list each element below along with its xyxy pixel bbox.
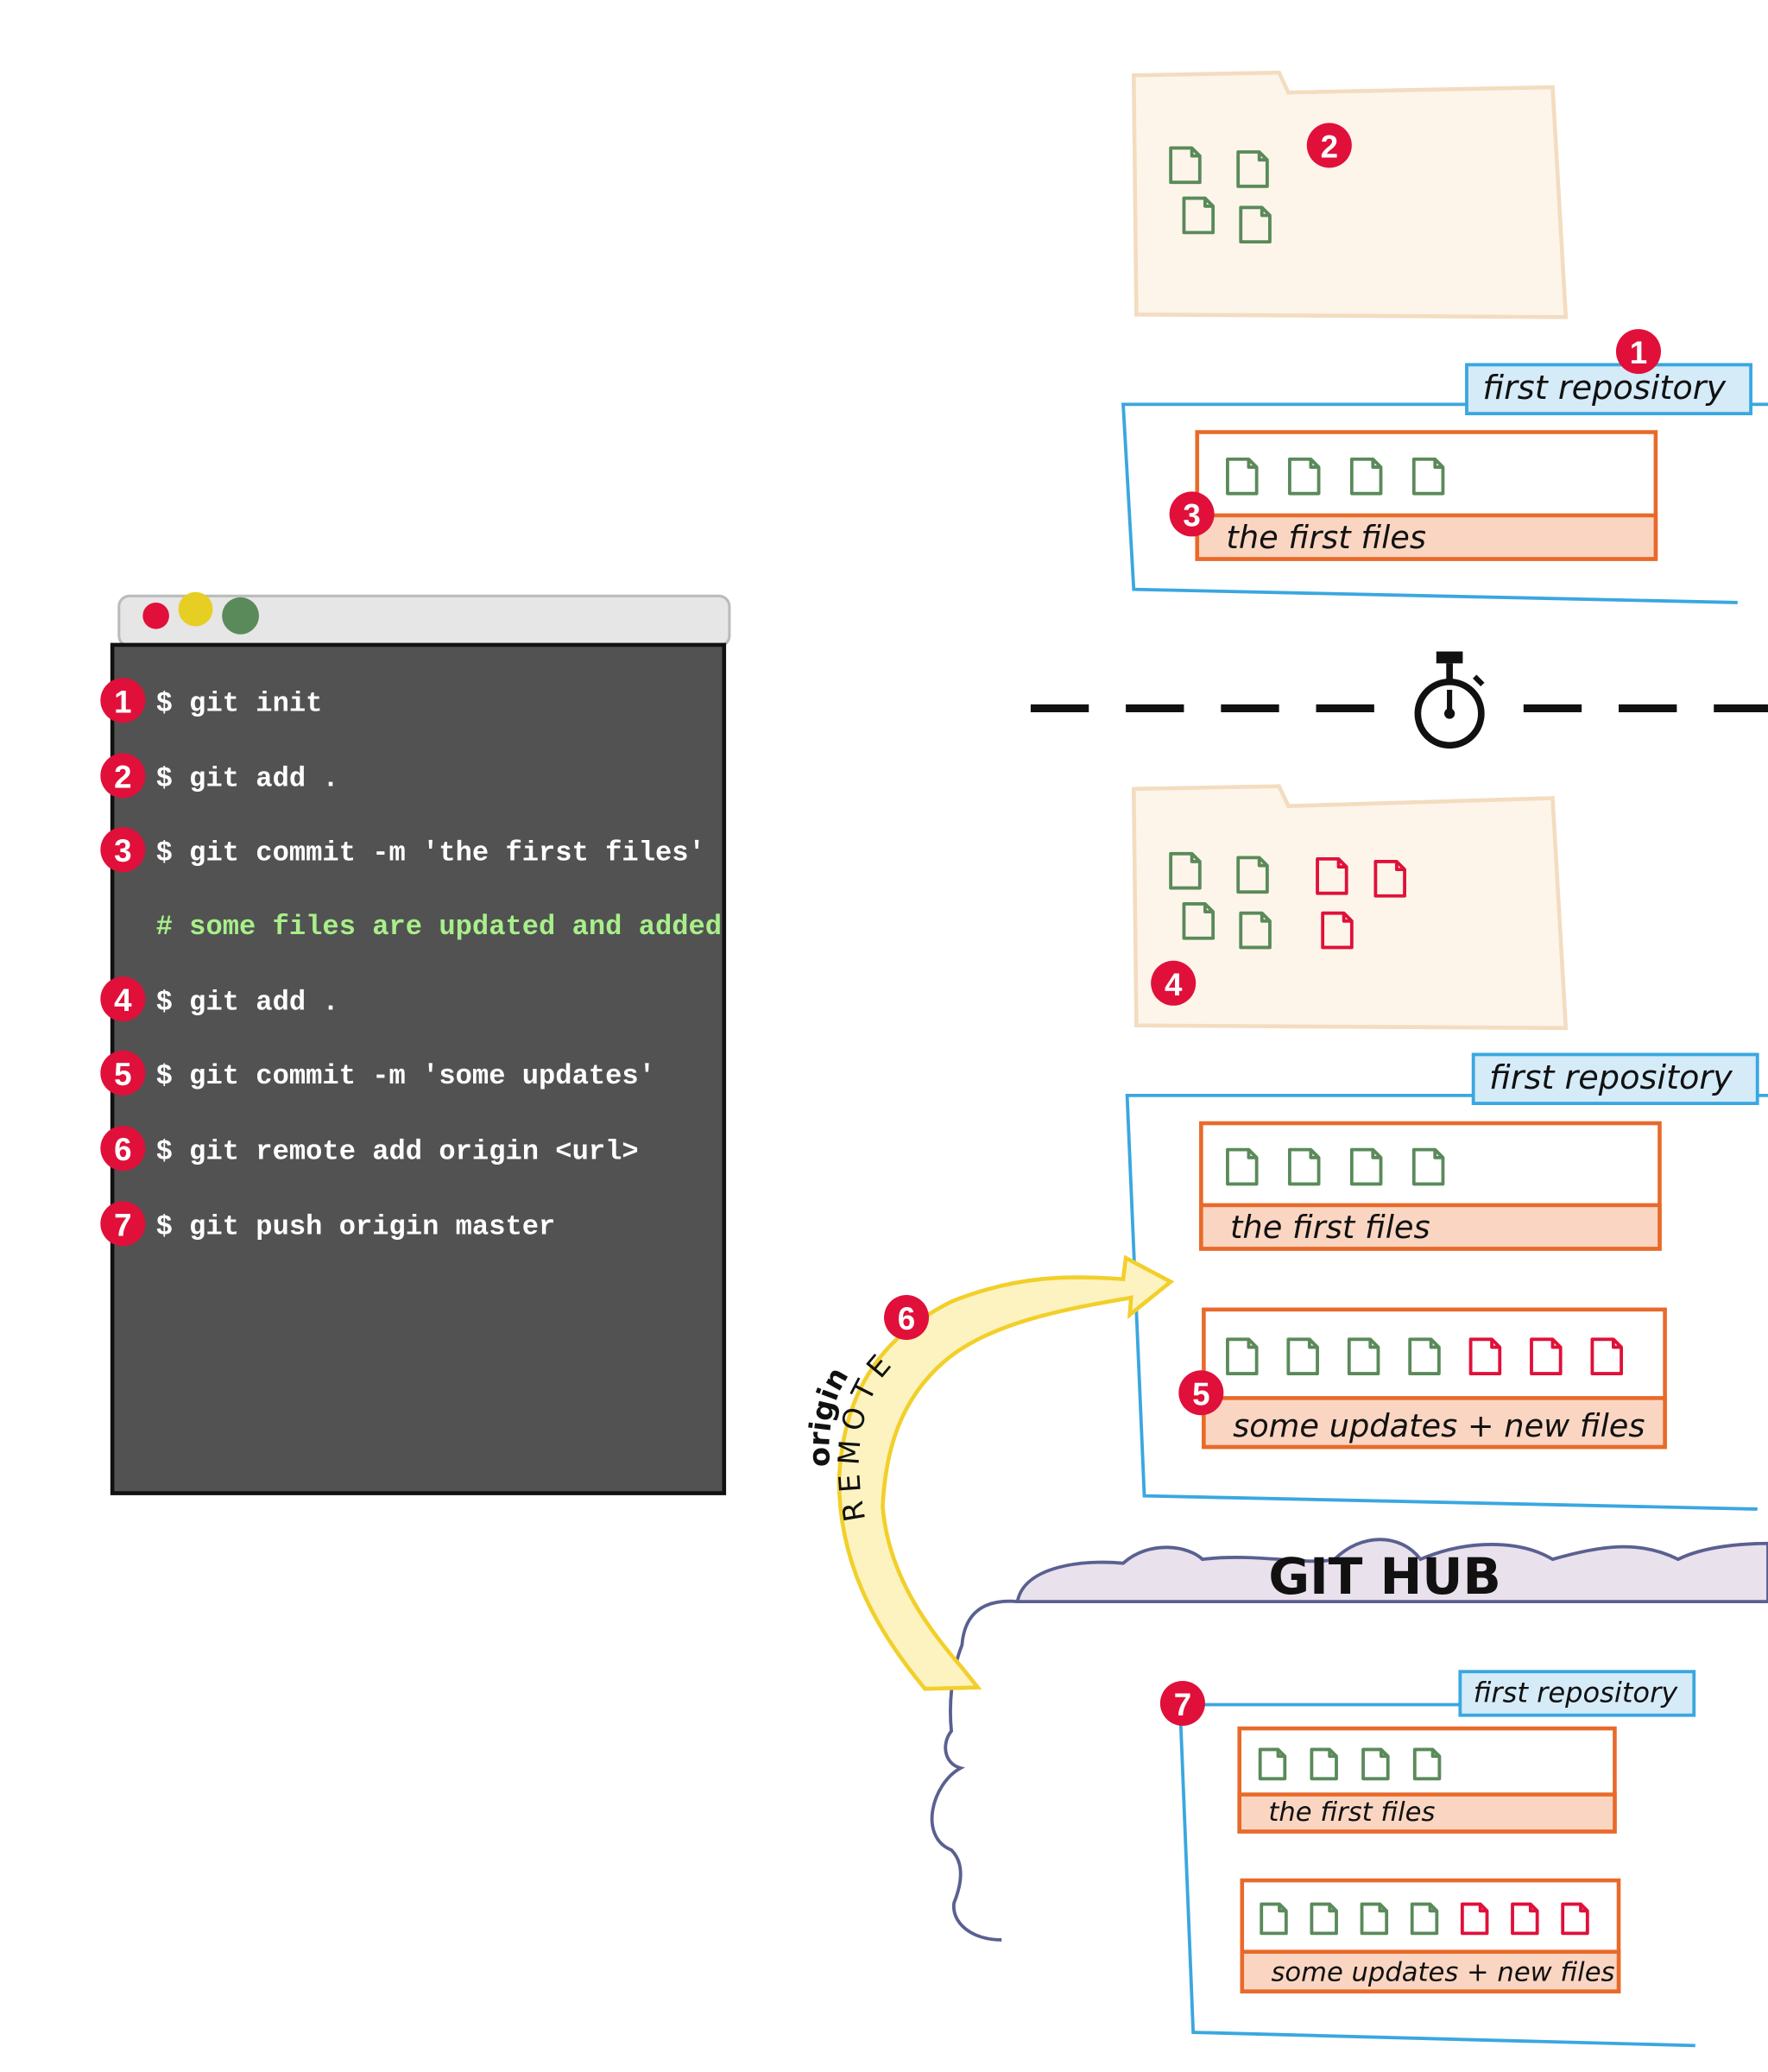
commit-message: the first files (1226, 519, 1426, 556)
step-number: 2 (114, 760, 131, 795)
commit: the first files (1199, 1121, 1662, 1251)
time-separator (1030, 651, 1768, 749)
step-badge: 3 (1169, 491, 1215, 537)
commit: the first files (1195, 430, 1658, 561)
step-number: 1 (1630, 335, 1647, 370)
step-number: 7 (114, 1207, 131, 1242)
terminal-command: $ git add . (156, 763, 339, 795)
repo-label: first repository (1482, 369, 1727, 407)
step-number: 6 (114, 1132, 131, 1167)
stopwatch-icon (1414, 651, 1485, 749)
step-badge: 4 (100, 976, 146, 1022)
terminal-command: $ git remote add origin <url> (156, 1135, 639, 1167)
github-remote: GIT HUB first repository the first files… (930, 1538, 1768, 2048)
step-badge: 5 (1178, 1370, 1224, 1416)
step-badge: 1 (1615, 329, 1661, 375)
step-number: 7 (1174, 1687, 1191, 1722)
commit-message: some updates + new files (1271, 1957, 1614, 1987)
terminal-command: $ git add . (156, 986, 339, 1018)
step-number: 4 (1165, 967, 1183, 1002)
terminal-window: $ git init $ git add . $ git commit -m 'th… (110, 591, 731, 1495)
working-directory-2 (1131, 784, 1569, 1031)
local-repository-2: first repository the first files some upd… (1125, 1052, 1768, 1511)
commit: some updates + new files (1202, 1307, 1667, 1450)
step-number: 1 (114, 684, 131, 719)
folder-icon (1131, 70, 1569, 319)
terminal-comment: # some files are updated and added (156, 911, 722, 943)
repo-label: first repository (1489, 1058, 1733, 1097)
terminal-command: $ git commit -m 'the first files' (156, 837, 705, 869)
step-badge: 6 (884, 1295, 930, 1341)
step-number: 4 (114, 982, 132, 1018)
commit: some updates + new files (1240, 1878, 1621, 1993)
local-repository-1: first repository the first files (1121, 363, 1768, 604)
github-title: GIT HUB (1268, 1547, 1501, 1606)
folder-icon (1131, 784, 1569, 1031)
step-badge: 2 (100, 753, 146, 799)
step-number: 3 (114, 833, 131, 869)
step-number: 6 (898, 1301, 915, 1336)
commit-message: the first files (1268, 1797, 1435, 1828)
step-badge: 3 (100, 827, 146, 873)
step-badge: 5 (100, 1050, 146, 1096)
step-badge: 7 (100, 1201, 146, 1247)
commit: the first files (1237, 1726, 1617, 1834)
step-badge: 4 (1151, 960, 1197, 1006)
repo-label: first repository (1474, 1676, 1679, 1709)
step-badge: 1 (100, 678, 146, 723)
commit-message: the first files (1230, 1209, 1430, 1246)
terminal-command: $ git init (156, 687, 323, 719)
step-number: 5 (114, 1057, 131, 1092)
minimize-button[interactable] (178, 591, 213, 627)
step-number: 2 (1321, 129, 1338, 164)
terminal-command: $ git push origin master (156, 1211, 556, 1243)
working-directory-1 (1131, 70, 1569, 319)
maximize-button[interactable] (222, 597, 260, 635)
step-number: 5 (1192, 1376, 1209, 1412)
step-badge: 7 (1159, 1680, 1205, 1726)
terminal-command: $ git commit -m 'some updates' (156, 1060, 655, 1092)
step-badge: 2 (1306, 123, 1352, 168)
git-workflow-diagram: $ git init $ git add . $ git commit -m 'th… (100, 70, 1768, 2048)
step-badge: 6 (100, 1126, 146, 1172)
commit-message: some updates + new files (1233, 1407, 1645, 1444)
remote-arrow: REMOTE origin (802, 1254, 1175, 1691)
step-number: 3 (1183, 497, 1200, 533)
close-button[interactable] (142, 602, 169, 629)
